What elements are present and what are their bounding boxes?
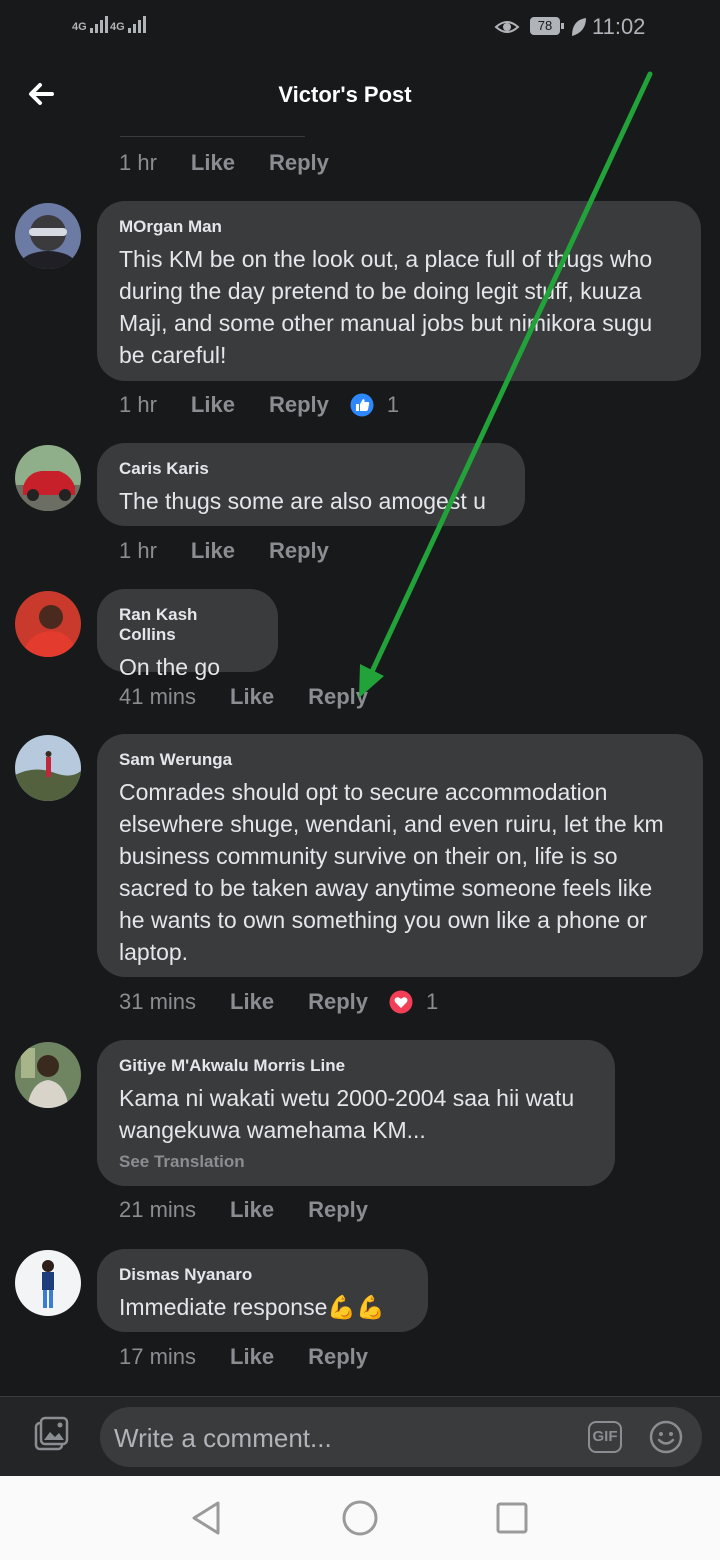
post-header: Victor's Post — [0, 56, 720, 134]
gif-button[interactable]: GIF — [588, 1421, 622, 1453]
comment-bubble[interactable]: Gitiye M'Akwalu Morris Line Kama ni waka… — [97, 1040, 615, 1186]
photo-icon[interactable] — [32, 1415, 70, 1453]
comment-time: 31 mins — [119, 989, 197, 1014]
like-button[interactable]: Like — [230, 989, 274, 1015]
back-nav-icon[interactable] — [188, 1498, 224, 1538]
signal-icon: 4G — [72, 16, 110, 33]
comment-author[interactable]: Ran Kash Collins — [119, 605, 256, 645]
comment-author[interactable]: MOrgan Man — [119, 217, 679, 237]
like-button[interactable]: Like — [230, 1344, 274, 1370]
like-button[interactable]: Like — [230, 1197, 274, 1223]
network-type-1: 4G — [72, 21, 87, 33]
eye-comfort-icon — [494, 21, 520, 33]
reaction-count[interactable]: 1 — [426, 989, 438, 1015]
comment-meta-previous: 1 hr Like Reply — [119, 150, 363, 176]
comment-time: 1 hr — [119, 150, 157, 175]
comment-meta: 41 mins Like Reply — [119, 684, 402, 710]
comment-composer: GIF — [0, 1396, 720, 1477]
avatar[interactable] — [15, 445, 81, 511]
avatar[interactable] — [15, 1042, 81, 1108]
divider — [120, 136, 305, 137]
comment-time: 1 hr — [119, 538, 157, 563]
avatar[interactable] — [15, 591, 81, 657]
avatar[interactable] — [15, 1250, 81, 1316]
comment-meta: 21 mins Like Reply — [119, 1197, 402, 1223]
comment-time: 21 mins — [119, 1197, 197, 1222]
see-translation-link[interactable]: See Translation — [119, 1152, 593, 1172]
battery-icon: 78 — [530, 17, 564, 35]
like-button[interactable]: Like — [191, 392, 235, 418]
page-title: Victor's Post — [278, 82, 412, 107]
comment-meta: 17 mins Like Reply — [119, 1344, 402, 1370]
avatar[interactable] — [15, 735, 81, 801]
comment-meta: 31 mins Like Reply 1 — [119, 989, 438, 1015]
signal-icon-2: 4G — [110, 16, 148, 33]
reply-button[interactable]: Reply — [269, 538, 329, 564]
leaf-icon — [572, 18, 586, 36]
comment-author[interactable]: Gitiye M'Akwalu Morris Line — [119, 1056, 593, 1076]
comment-text: On the go — [119, 654, 221, 680]
comment-input-wrapper[interactable]: GIF — [100, 1407, 702, 1467]
reply-button[interactable]: Reply — [269, 150, 329, 176]
like-button[interactable]: Like — [191, 538, 235, 564]
reply-button[interactable]: Reply — [308, 989, 368, 1015]
status-bar: 4G 4G 78 11:02 — [0, 0, 720, 56]
comment-text: Immediate response💪💪 — [119, 1294, 385, 1320]
comment-author[interactable]: Caris Karis — [119, 459, 503, 479]
comment-bubble[interactable]: Caris Karis The thugs some are also amog… — [97, 443, 525, 526]
reply-button[interactable]: Reply — [308, 1197, 368, 1223]
home-nav-icon[interactable] — [340, 1498, 380, 1538]
clock: 11:02 — [592, 14, 646, 39]
comment-meta: 1 hr Like Reply — [119, 538, 363, 564]
comment-bubble[interactable]: Sam Werunga Comrades should opt to secur… — [97, 734, 703, 977]
comment-text: This KM be on the look out, a place full… — [119, 246, 653, 368]
comment-meta: 1 hr Like Reply 1 — [119, 392, 399, 418]
reply-button[interactable]: Reply — [308, 1344, 368, 1370]
comment-text: Kama ni wakati wetu 2000-2004 saa hii wa… — [119, 1085, 575, 1143]
like-icon[interactable] — [349, 392, 375, 418]
comment-time: 1 hr — [119, 392, 157, 417]
love-icon[interactable] — [388, 989, 414, 1015]
like-button[interactable]: Like — [230, 684, 274, 710]
comment-input[interactable] — [112, 1415, 556, 1461]
network-type-2: 4G — [110, 21, 125, 33]
comment-author[interactable]: Sam Werunga — [119, 750, 681, 770]
comment-text: Comrades should opt to secure accommodat… — [119, 779, 664, 965]
reply-button[interactable]: Reply — [308, 684, 368, 710]
system-nav-bar — [0, 1476, 720, 1560]
comment-bubble[interactable]: Dismas Nyanaro Immediate response💪💪 — [97, 1249, 428, 1332]
emoji-icon[interactable] — [648, 1419, 684, 1455]
comment-time: 41 mins — [119, 684, 197, 709]
comment-bubble[interactable]: Ran Kash Collins On the go — [97, 589, 278, 680]
recents-nav-icon[interactable] — [494, 1498, 530, 1538]
comment-text: The thugs some are also amogest u — [119, 488, 486, 514]
comment-time: 17 mins — [119, 1344, 197, 1369]
reply-button[interactable]: Reply — [269, 392, 329, 418]
avatar[interactable] — [15, 203, 81, 269]
comment-bubble[interactable]: MOrgan Man This KM be on the look out, a… — [97, 201, 701, 381]
like-button[interactable]: Like — [191, 150, 235, 176]
reaction-count[interactable]: 1 — [387, 392, 399, 418]
comment-author[interactable]: Dismas Nyanaro — [119, 1265, 406, 1285]
